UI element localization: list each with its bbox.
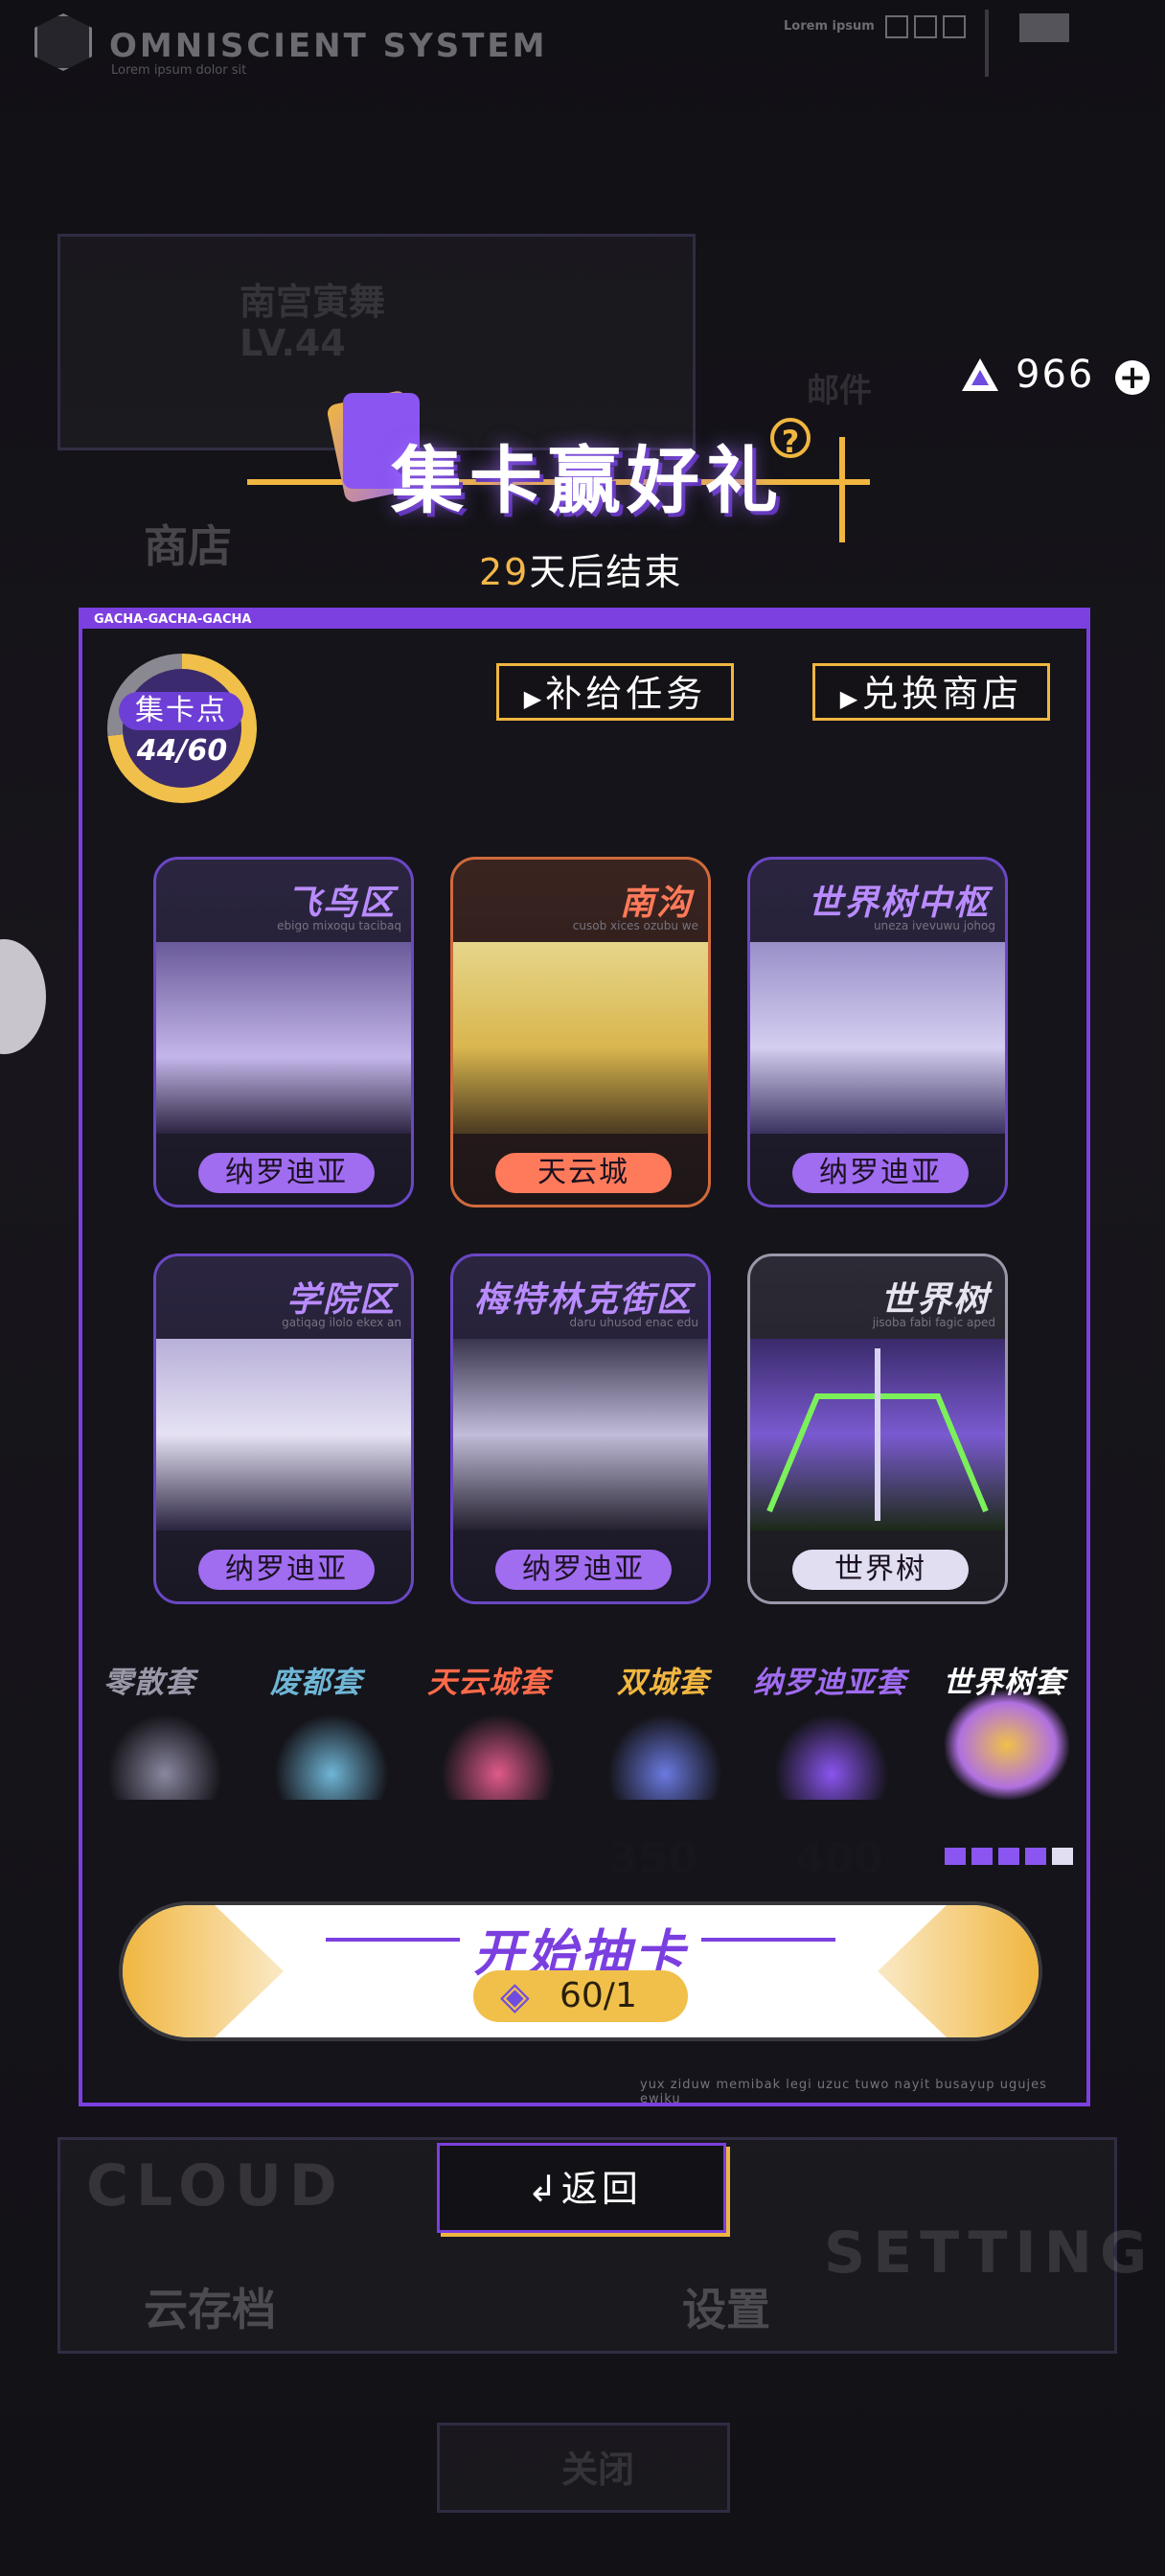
ghost-player-level: LV.44 <box>240 322 346 364</box>
ghost-settings-label: 设置 <box>682 2284 770 2335</box>
card-name: 飞鸟区 <box>286 884 396 923</box>
progress-pip <box>1052 1848 1073 1865</box>
card-region-badge: 纳罗迪亚 <box>198 1153 375 1193</box>
exit-icon: ↲ <box>527 2168 561 2210</box>
event-title: 集卡赢好礼 <box>391 438 784 523</box>
twin-city-set-icon[interactable] <box>607 1714 722 1800</box>
brand-logo-icon <box>34 13 92 71</box>
sky-city-set-icon[interactable] <box>441 1714 556 1800</box>
panel-tag: GACHA-GACHA-GACHA <box>82 611 1086 629</box>
card-artwork <box>750 942 1005 1134</box>
area-card-feiniao[interactable]: 飞鸟区 ebigo mixoqu tacibaq 纳罗迪亚 <box>153 857 414 1208</box>
card-name: 世界树 <box>879 1280 990 1320</box>
exchange-shop-label: 兑换商店 <box>861 673 1023 715</box>
progress-pip <box>971 1848 993 1865</box>
draw-cost-value: 60/1 <box>560 1976 637 2015</box>
ghost-shop-label: 商店 <box>144 520 232 572</box>
points-value: 44/60 <box>136 734 228 768</box>
card-name: 梅特林克街区 <box>473 1280 693 1320</box>
card-artwork <box>750 1339 1005 1530</box>
points-label: 集卡点 <box>119 692 243 730</box>
area-card-worldtree[interactable]: 世界树 jisoba fabi fagic aped 世界树 <box>747 1254 1008 1604</box>
progress-pip <box>1025 1848 1046 1865</box>
ghost-close-label: 关闭 <box>561 2449 635 2491</box>
panel-footnote: yux ziduw memibak legi uzuc tuwo nayit b… <box>640 2078 1047 2106</box>
draw-cost-pill: ◈ 60/1 <box>473 1970 688 2022</box>
area-card-worldtree-hub[interactable]: 世界树中枢 uneza ivevuwu johog 纳罗迪亚 <box>747 857 1008 1208</box>
set-name: 双城套 <box>617 1666 709 1700</box>
gacha-panel: GACHA-GACHA-GACHA 集卡点 44/60 ▶补给任务 ▶兑换商店 … <box>79 608 1090 2106</box>
start-draw-button[interactable]: 开始抽卡 ◈ 60/1 <box>123 1905 1039 2037</box>
set-name: 天云城套 <box>427 1666 550 1700</box>
points-ring: 集卡点 44/60 <box>107 654 257 803</box>
top-right-label: Lorem ipsum <box>784 19 875 34</box>
days-suffix: 天后结束 <box>529 551 683 593</box>
set-name: 废都套 <box>270 1666 362 1700</box>
ruined-city-set-icon[interactable] <box>274 1714 389 1800</box>
window-x-icon[interactable] <box>914 15 937 38</box>
card-region-badge: 纳罗迪亚 <box>792 1153 969 1193</box>
card-subtitle: daru uhusod enac edu <box>569 1316 698 1329</box>
ticket-icon: ◈ <box>500 1974 530 2018</box>
set-name: 零散套 <box>103 1666 195 1700</box>
days-left: 29 <box>479 551 530 593</box>
card-region-badge: 纳罗迪亚 <box>495 1550 672 1590</box>
back-text: 返回 <box>560 2168 642 2210</box>
supply-task-label: 补给任务 <box>545 673 707 715</box>
area-card-academy[interactable]: 学院区 gatiqag ilolo ekex an 纳罗迪亚 <box>153 1254 414 1604</box>
header-grid-icon <box>1019 13 1069 42</box>
ghost-setting-label: SETTING <box>824 2220 1155 2287</box>
exchange-shop-button[interactable]: ▶兑换商店 <box>812 663 1050 721</box>
progress-pip <box>945 1848 966 1865</box>
ghost-cloud-save-label: 云存档 <box>144 2284 276 2335</box>
window-box-icon[interactable] <box>885 15 908 38</box>
brand-subtitle: Lorem ipsum dolor sit <box>111 63 247 78</box>
card-artwork <box>156 1339 411 1530</box>
back-button[interactable]: ↲返回 <box>437 2143 726 2233</box>
card-name: 世界树中枢 <box>807 884 990 923</box>
ghost-mail-label: 邮件 <box>807 372 872 410</box>
help-icon[interactable]: ? <box>770 418 811 460</box>
card-region-badge: 纳罗迪亚 <box>198 1550 375 1590</box>
card-name: 南沟 <box>619 884 693 923</box>
card-subtitle: jisoba fabi fagic aped <box>872 1316 995 1329</box>
progress-pip <box>998 1848 1019 1865</box>
card-subtitle: cusob xices ozubu we <box>572 919 698 932</box>
supply-task-button[interactable]: ▶补给任务 <box>496 663 734 721</box>
card-artwork <box>453 1339 708 1530</box>
currency-amount: 966 <box>1016 353 1095 397</box>
area-card-nangou[interactable]: 南沟 cusob xices ozubu we 天云城 <box>450 857 711 1208</box>
set-name: 纳罗迪亚套 <box>753 1666 906 1700</box>
play-arrow-icon: ▶ <box>839 685 862 712</box>
header-divider <box>985 10 989 77</box>
event-end-text: 29天后结束 <box>479 542 682 595</box>
card-subtitle: uneza ivevuwu johog <box>873 919 995 932</box>
card-name: 学院区 <box>286 1280 396 1320</box>
card-region-badge: 世界树 <box>792 1550 969 1590</box>
ghost-cloud-label: CLOUD <box>86 2152 345 2220</box>
card-artwork <box>453 942 708 1134</box>
naroedia-set-icon[interactable] <box>774 1714 889 1800</box>
world-tree-set-icon[interactable] <box>945 1690 1069 1800</box>
currency-icon <box>958 355 1002 402</box>
back-label: ↲返回 <box>440 2146 729 2232</box>
window-square-icon[interactable] <box>943 15 966 38</box>
brand-title: OMNISCIENT SYSTEM <box>109 27 548 65</box>
scattered-set-icon[interactable] <box>107 1714 222 1800</box>
play-arrow-icon: ▶ <box>523 685 546 712</box>
card-subtitle: ebigo mixoqu tacibaq <box>277 919 401 932</box>
area-card-maeterlinck[interactable]: 梅特林克街区 daru uhusod enac edu 纳罗迪亚 <box>450 1254 711 1604</box>
title-deco-bar <box>839 437 845 542</box>
card-region-badge: 天云城 <box>495 1153 672 1193</box>
card-artwork <box>156 942 411 1134</box>
ghost-player-name: 南宫寅舞 <box>240 281 386 323</box>
add-currency-button[interactable]: + <box>1115 360 1150 395</box>
card-subtitle: gatiqag ilolo ekex an <box>282 1316 401 1329</box>
